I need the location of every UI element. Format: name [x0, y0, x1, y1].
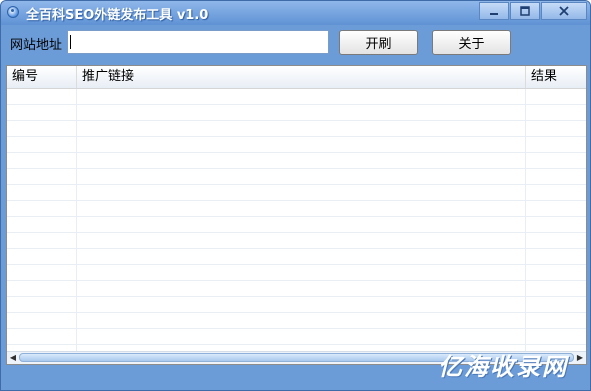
start-button[interactable]: 开刷 [339, 30, 418, 55]
title-bar[interactable]: 全百科SEO外链发布工具 v1.0 [1, 1, 590, 25]
triangle-right-icon: ▶ [576, 353, 584, 362]
about-button[interactable]: 关于 [432, 30, 511, 55]
maximize-button[interactable] [510, 2, 540, 20]
list-header: 编号 推广链接 结果 [7, 66, 586, 89]
window-title: 全百科SEO外链发布工具 v1.0 [26, 8, 209, 23]
close-icon [559, 6, 569, 16]
column-header-number[interactable]: 编号 [7, 66, 77, 88]
minimize-button[interactable] [479, 2, 509, 20]
maximize-icon [520, 6, 530, 16]
address-input[interactable] [67, 30, 329, 54]
column-divider [525, 89, 526, 354]
text-caret [70, 35, 71, 49]
list-rows[interactable] [7, 89, 586, 354]
address-label: 网站地址 [10, 38, 63, 53]
minimize-icon [490, 13, 498, 15]
results-list[interactable]: 编号 推广链接 结果 ◀ ▶ [6, 65, 587, 365]
column-divider [76, 89, 77, 354]
triangle-left-icon: ◀ [9, 353, 17, 362]
column-header-link[interactable]: 推广链接 [77, 66, 526, 88]
scroll-left-button[interactable]: ◀ [7, 352, 19, 363]
close-button[interactable] [541, 2, 587, 20]
scroll-right-button[interactable]: ▶ [574, 352, 586, 363]
column-header-result[interactable]: 结果 [526, 66, 586, 88]
app-window: 全百科SEO外链发布工具 v1.0 网站地址 开刷 关于 编号 推广链接 结果 [0, 0, 591, 391]
watermark-text: 亿海收录网 [438, 353, 568, 381]
app-globe-icon [7, 6, 19, 18]
window-controls [478, 2, 587, 20]
